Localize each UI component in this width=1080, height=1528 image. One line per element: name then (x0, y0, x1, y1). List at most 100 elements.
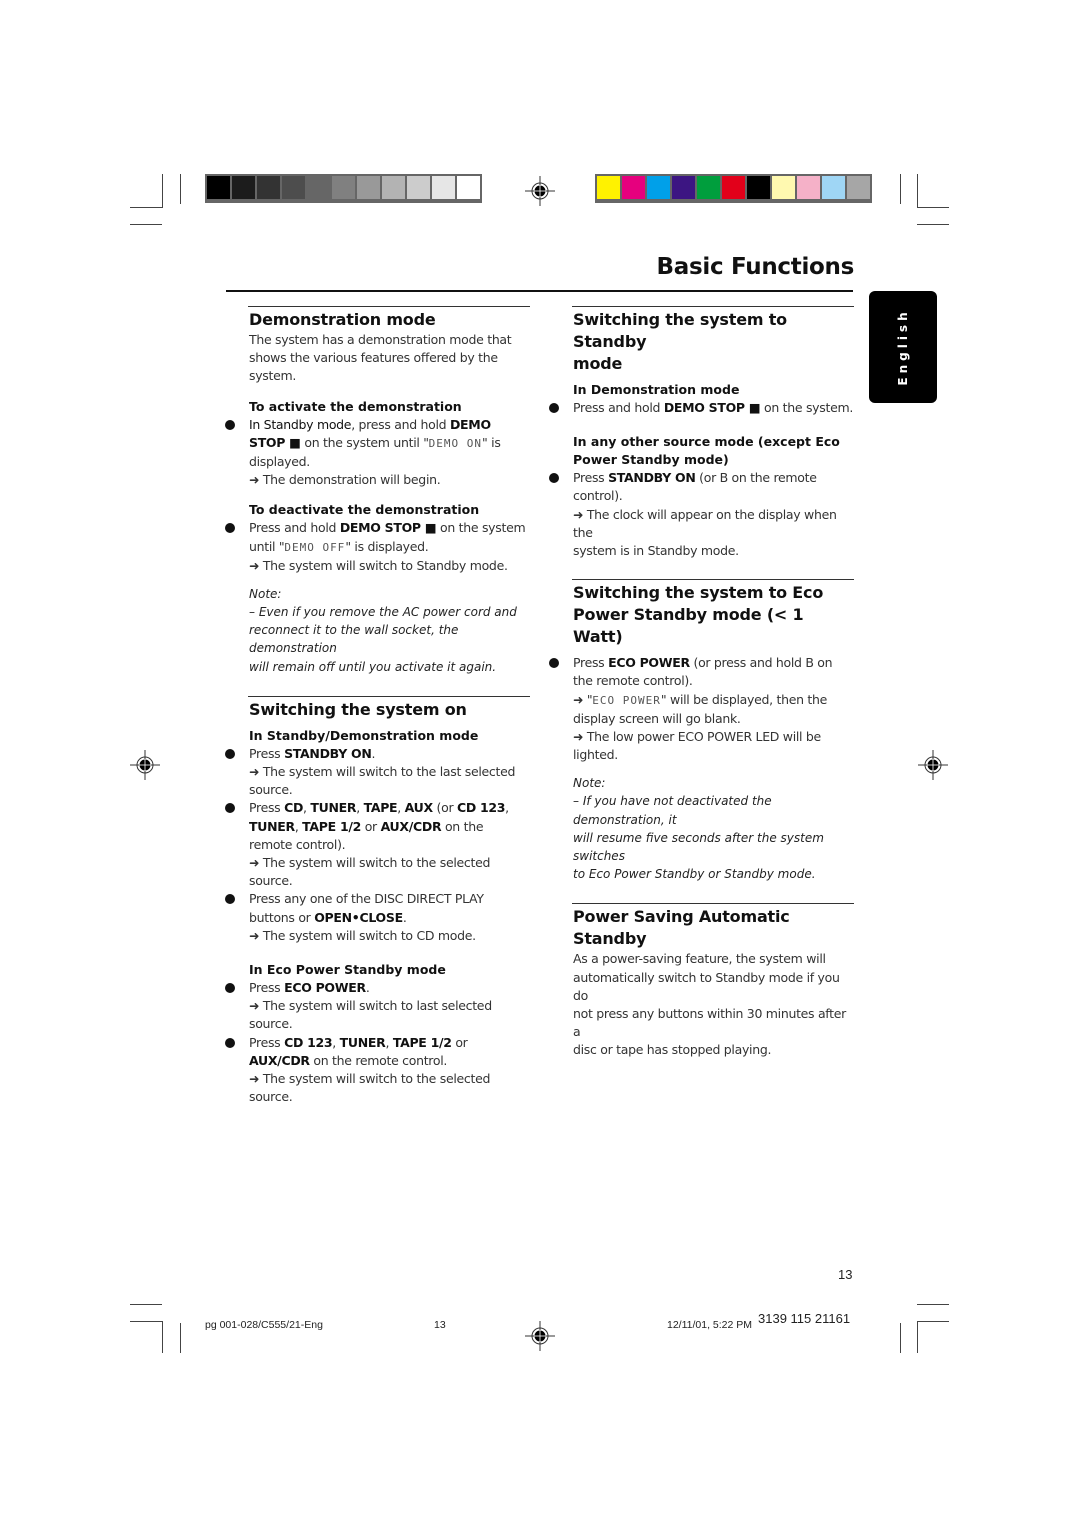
text: buttons or (249, 909, 315, 925)
text: (or (432, 800, 457, 816)
text: the remote control). (573, 673, 693, 689)
intro-text: The system has a demonstration mode that (249, 332, 512, 347)
instruction-step: In Standby mode, press and hold DEMO (225, 416, 530, 434)
section-rule (572, 579, 854, 581)
page-number: 13 (838, 1267, 853, 1282)
crop-mark (917, 1321, 918, 1353)
button-name: STOP (249, 434, 290, 450)
text: Press (249, 800, 285, 816)
button-name: TUNER (249, 818, 295, 834)
right-column: Switching the system to Standby mode In D… (549, 306, 854, 1060)
instruction-step-cont: AUX/CDR on the remote control. (249, 1052, 530, 1070)
text: Press (249, 745, 285, 761)
color-swatch (357, 176, 380, 199)
color-swatch (672, 176, 695, 199)
color-swatch (697, 176, 720, 199)
instruction-step: Press ECO POWER (or press and hold B on (549, 654, 854, 672)
text: Press (573, 470, 609, 486)
subheading: In any other source mode (except Eco (573, 434, 840, 450)
body-text: not press any buttons within 30 minutes … (573, 1006, 847, 1040)
stop-icon: ■ (289, 434, 301, 450)
text: , (356, 800, 364, 816)
subheading: Power Standby mode) (573, 452, 729, 468)
grayscale-color-bar (205, 174, 482, 203)
text: , (332, 1034, 340, 1050)
title-line: Switching the system to Standby (573, 310, 787, 351)
crop-mark (130, 1321, 162, 1322)
text: Press (249, 980, 285, 996)
crop-mark (917, 207, 949, 208)
crop-mark (162, 1321, 163, 1353)
subheading: In Eco Power Standby mode (249, 962, 446, 978)
button-name: DEMO (449, 416, 491, 432)
text: . (371, 745, 376, 761)
button-name: TAPE 1/2 (392, 1034, 452, 1050)
instruction-step: Press ECO POWER. (225, 979, 530, 997)
button-name: AUX (404, 800, 433, 816)
text: displayed. (249, 454, 310, 470)
result-text: ➜ The clock will appear on the display w… (573, 506, 837, 540)
button-name: CD (284, 800, 304, 816)
section-title: Power Saving Automatic Standby (573, 907, 790, 949)
section-standby-mode: Switching the system to Standby mode In D… (549, 306, 854, 560)
button-name: CD 123 (284, 1034, 333, 1050)
color-swatch (457, 176, 480, 199)
color-swatch (432, 176, 455, 199)
crop-mark (900, 174, 901, 204)
crop-mark (130, 224, 162, 225)
registration-target-icon (525, 1321, 555, 1351)
color-swatch (747, 176, 770, 199)
sheet-number: 13 (434, 1319, 446, 1331)
subheading: To activate the demonstration (249, 398, 462, 414)
result-text: ➜ The low power ECO POWER LED will be (573, 729, 821, 745)
registration-target-icon (525, 176, 555, 206)
color-swatch (407, 176, 430, 199)
instruction-step-cont: TUNER, TAPE 1/2 or AUX/CDR on the (249, 818, 530, 836)
button-name: TUNER (339, 1034, 386, 1050)
text: on the system. (760, 400, 854, 415)
section-title: Switching the system to Standby mode (573, 309, 854, 375)
stop-icon: ■ (748, 400, 761, 415)
result-text: ➜ The system will switch to last selecte… (249, 998, 492, 1032)
body-text: automatically switch to Standby mode if … (573, 969, 840, 1003)
button-name: CD 123 (456, 800, 506, 816)
title-line: Power Standby mode (< 1 Watt) (573, 605, 804, 647)
intro-text: shows the various features offered by th… (249, 350, 498, 384)
color-swatch (622, 176, 645, 199)
text: , press and hold (351, 416, 450, 432)
button-name: TAPE (363, 800, 398, 816)
color-swatch (722, 176, 745, 199)
instruction-step: Press any one of the DISC DIRECT PLAY (225, 890, 530, 908)
note-text: will resume five seconds after the syste… (573, 830, 824, 864)
section-title: Switching the system to Eco Power Standby… (573, 582, 854, 648)
body-text: disc or tape has stopped playing. (573, 1042, 772, 1058)
text: on the system until " (300, 434, 429, 450)
button-name: TUNER (310, 800, 357, 816)
result-text: ➜ The system will switch to the selected… (249, 855, 491, 889)
instruction-step: Press CD 123, TUNER, TAPE 1/2 or (225, 1034, 530, 1052)
language-label: English (896, 308, 910, 386)
text: Press (249, 1034, 285, 1050)
instruction-step: Press and hold DEMO STOP ■ on the system (225, 519, 530, 537)
crop-mark (162, 174, 163, 208)
text: or (451, 1034, 468, 1050)
lcd-display-text: DEMO OFF (284, 540, 346, 554)
instruction-step: Press STANDBY ON (or B on the remote (549, 469, 854, 487)
instruction-step-cont: STOP ■ on the system until "DEMO ON" is (249, 434, 530, 453)
page-title: Basic Functions (656, 254, 855, 280)
process-color-bar (595, 174, 872, 203)
subheading: In Standby/Demonstration mode (249, 727, 479, 743)
text: on the system (436, 520, 526, 536)
file-reference: pg 001-028/C555/21-Eng (205, 1319, 323, 1331)
text: , (397, 800, 405, 816)
color-swatch (207, 176, 230, 199)
result-text: display screen will go blank. (573, 710, 741, 726)
color-swatch (382, 176, 405, 199)
button-name: AUX/CDR (380, 818, 442, 834)
color-swatch (797, 176, 820, 199)
result-text: ➜ The system will switch to Standby mode… (249, 557, 508, 573)
text: (or B on the remote (695, 470, 817, 486)
text: Press and hold (249, 520, 340, 536)
note-text: – Even if you remove the AC power cord a… (249, 605, 517, 620)
crop-mark (180, 1323, 181, 1353)
